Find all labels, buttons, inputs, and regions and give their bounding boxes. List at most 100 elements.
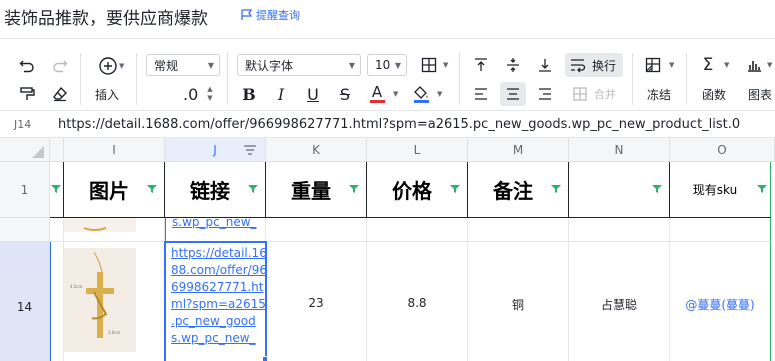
formula-input[interactable]: https://detail.1688.com/offer/9669986277… xyxy=(58,117,740,132)
filter-icon[interactable] xyxy=(348,184,360,194)
chevron-down-icon[interactable]: ▼ xyxy=(767,61,772,69)
format-painter-button[interactable] xyxy=(16,83,38,105)
header-cell-note[interactable]: 备注 xyxy=(468,162,569,218)
font-color-button[interactable]: A xyxy=(366,83,388,105)
fill-color-swatch xyxy=(413,99,429,103)
bold-button[interactable]: B xyxy=(238,83,260,105)
filter-icon[interactable] xyxy=(550,184,562,194)
owner-value: 占慧聪 xyxy=(600,298,637,312)
cell-reference[interactable]: J14 xyxy=(14,118,31,131)
column-header-l[interactable]: L xyxy=(367,138,468,162)
row-header-14[interactable]: 14 xyxy=(0,242,50,361)
filter-icon[interactable] xyxy=(146,184,158,194)
header-cell-link[interactable]: 链接 xyxy=(165,162,266,218)
toolbar-divider xyxy=(136,53,137,105)
freeze-label: 冻结 xyxy=(647,88,672,102)
svg-text:3.6cm: 3.6cm xyxy=(108,330,121,335)
chevron-down-icon[interactable]: ▼ xyxy=(437,90,442,98)
mention-chip[interactable]: @蔓蔓(蔓蔓) xyxy=(685,296,754,313)
align-bottom-icon xyxy=(539,59,551,72)
column-header-m[interactable]: M xyxy=(468,138,569,162)
product-image-cell[interactable]: 4.5cm 3.6cm xyxy=(64,242,165,361)
filter-icon[interactable] xyxy=(651,184,663,194)
link-line[interactable]: https://detail.16 xyxy=(165,245,265,262)
select-all-corner[interactable] xyxy=(0,138,50,162)
column-header-k[interactable]: K xyxy=(266,138,367,162)
column-header-i[interactable]: I xyxy=(64,138,165,162)
partial-row-cell[interactable] xyxy=(50,218,64,242)
partial-link-cell[interactable]: s.wp_pc_new_ xyxy=(165,218,266,242)
filter-icon[interactable] xyxy=(247,184,259,194)
font-size-select[interactable]: 10 ▼ xyxy=(367,54,407,76)
partial-cell[interactable] xyxy=(367,218,468,242)
merge-cells-button[interactable]: 合并 xyxy=(572,83,624,105)
weight-cell[interactable]: 23 xyxy=(266,242,367,361)
header-cell-price[interactable]: 价格 xyxy=(367,162,468,218)
align-left-icon xyxy=(475,88,487,100)
freeze-button[interactable] xyxy=(642,54,664,76)
insert-button[interactable]: ▼ xyxy=(90,55,126,77)
partial-cell[interactable] xyxy=(569,218,670,242)
header-cell-stock[interactable]: 现有sku xyxy=(670,162,771,218)
strikethrough-button[interactable]: S xyxy=(334,83,356,105)
link-cell[interactable]: https://detail.16 88.com/offer/96 699862… xyxy=(165,242,266,361)
chevron-down-icon[interactable]: ▼ xyxy=(443,61,448,69)
row14-partial-cell[interactable] xyxy=(50,242,64,361)
italic-button[interactable]: I xyxy=(270,83,292,105)
align-top-button[interactable] xyxy=(470,54,492,76)
chevron-down-icon[interactable]: ▼ xyxy=(393,90,398,98)
align-bottom-button[interactable] xyxy=(534,54,556,76)
align-right-button[interactable] xyxy=(534,83,556,105)
align-middle-button[interactable] xyxy=(502,54,524,76)
redo-button[interactable] xyxy=(49,55,71,77)
document-title[interactable]: 装饰品推款，要供应商爆款 xyxy=(4,4,208,29)
link-line[interactable]: .pc_new_good xyxy=(165,313,265,330)
function-button[interactable]: Σ xyxy=(697,54,719,76)
chevron-down-icon[interactable]: ▼ xyxy=(724,61,729,69)
partial-cell[interactable] xyxy=(670,218,771,242)
borders-button[interactable] xyxy=(418,54,440,76)
column-header-o[interactable]: O xyxy=(670,138,775,162)
link-line[interactable]: 6998627771.ht xyxy=(165,279,265,296)
align-center-button[interactable] xyxy=(502,83,524,105)
price-cell[interactable]: 8.8 xyxy=(367,242,468,361)
font-family-select[interactable]: 默认字体 ▼ xyxy=(237,54,361,76)
partial-cell[interactable] xyxy=(266,218,367,242)
freeze-icon xyxy=(645,57,661,73)
column-header-n[interactable]: N xyxy=(569,138,670,162)
undo-button[interactable] xyxy=(16,55,38,77)
header-cell-weight[interactable]: 重量 xyxy=(266,162,367,218)
partial-header-cell[interactable] xyxy=(50,162,64,218)
chevron-down-icon[interactable]: ▼ xyxy=(669,61,674,69)
column-header-j[interactable]: J xyxy=(165,138,266,162)
fill-color-button[interactable] xyxy=(410,83,432,105)
partial-cell[interactable] xyxy=(468,218,569,242)
reminder-link[interactable]: 提醒查询 xyxy=(240,7,300,23)
fill-handle[interactable] xyxy=(262,356,268,361)
filter-icon[interactable] xyxy=(449,184,461,194)
note-cell[interactable]: 铜 xyxy=(468,242,569,361)
partial-image-cell[interactable] xyxy=(64,218,165,242)
decimal-button[interactable]: .0 xyxy=(183,85,198,104)
product-image[interactable]: 4.5cm 3.6cm xyxy=(64,248,136,352)
underline-button[interactable]: U xyxy=(302,83,324,105)
link-text[interactable]: s.wp_pc_new_ xyxy=(166,218,257,231)
link-line[interactable]: ml?spm=a2615 xyxy=(165,296,265,313)
align-left-button[interactable] xyxy=(470,83,492,105)
header-cell-image[interactable]: 图片 xyxy=(64,162,165,218)
chart-button[interactable] xyxy=(743,54,765,76)
toolbar-divider xyxy=(632,53,633,105)
link-text-block[interactable]: https://detail.16 88.com/offer/96 699862… xyxy=(165,242,265,347)
owner-cell[interactable]: 占慧聪 xyxy=(569,242,670,361)
filter-icon[interactable] xyxy=(756,184,768,194)
header-cell-n[interactable] xyxy=(569,162,670,218)
decimal-stepper[interactable]: ▲ ▼ xyxy=(205,83,215,105)
mention-cell[interactable]: @蔓蔓(蔓蔓) xyxy=(670,242,771,361)
row-header-1[interactable]: 1 xyxy=(0,162,50,218)
number-format-select[interactable]: 常规 ▼ xyxy=(146,54,220,76)
link-line[interactable]: s.wp_pc_new_ xyxy=(165,330,265,347)
clear-format-button[interactable] xyxy=(49,83,71,105)
align-center-icon xyxy=(507,88,519,100)
wrap-text-button[interactable]: 换行 xyxy=(569,54,621,76)
link-line[interactable]: 88.com/offer/96 xyxy=(165,262,265,279)
